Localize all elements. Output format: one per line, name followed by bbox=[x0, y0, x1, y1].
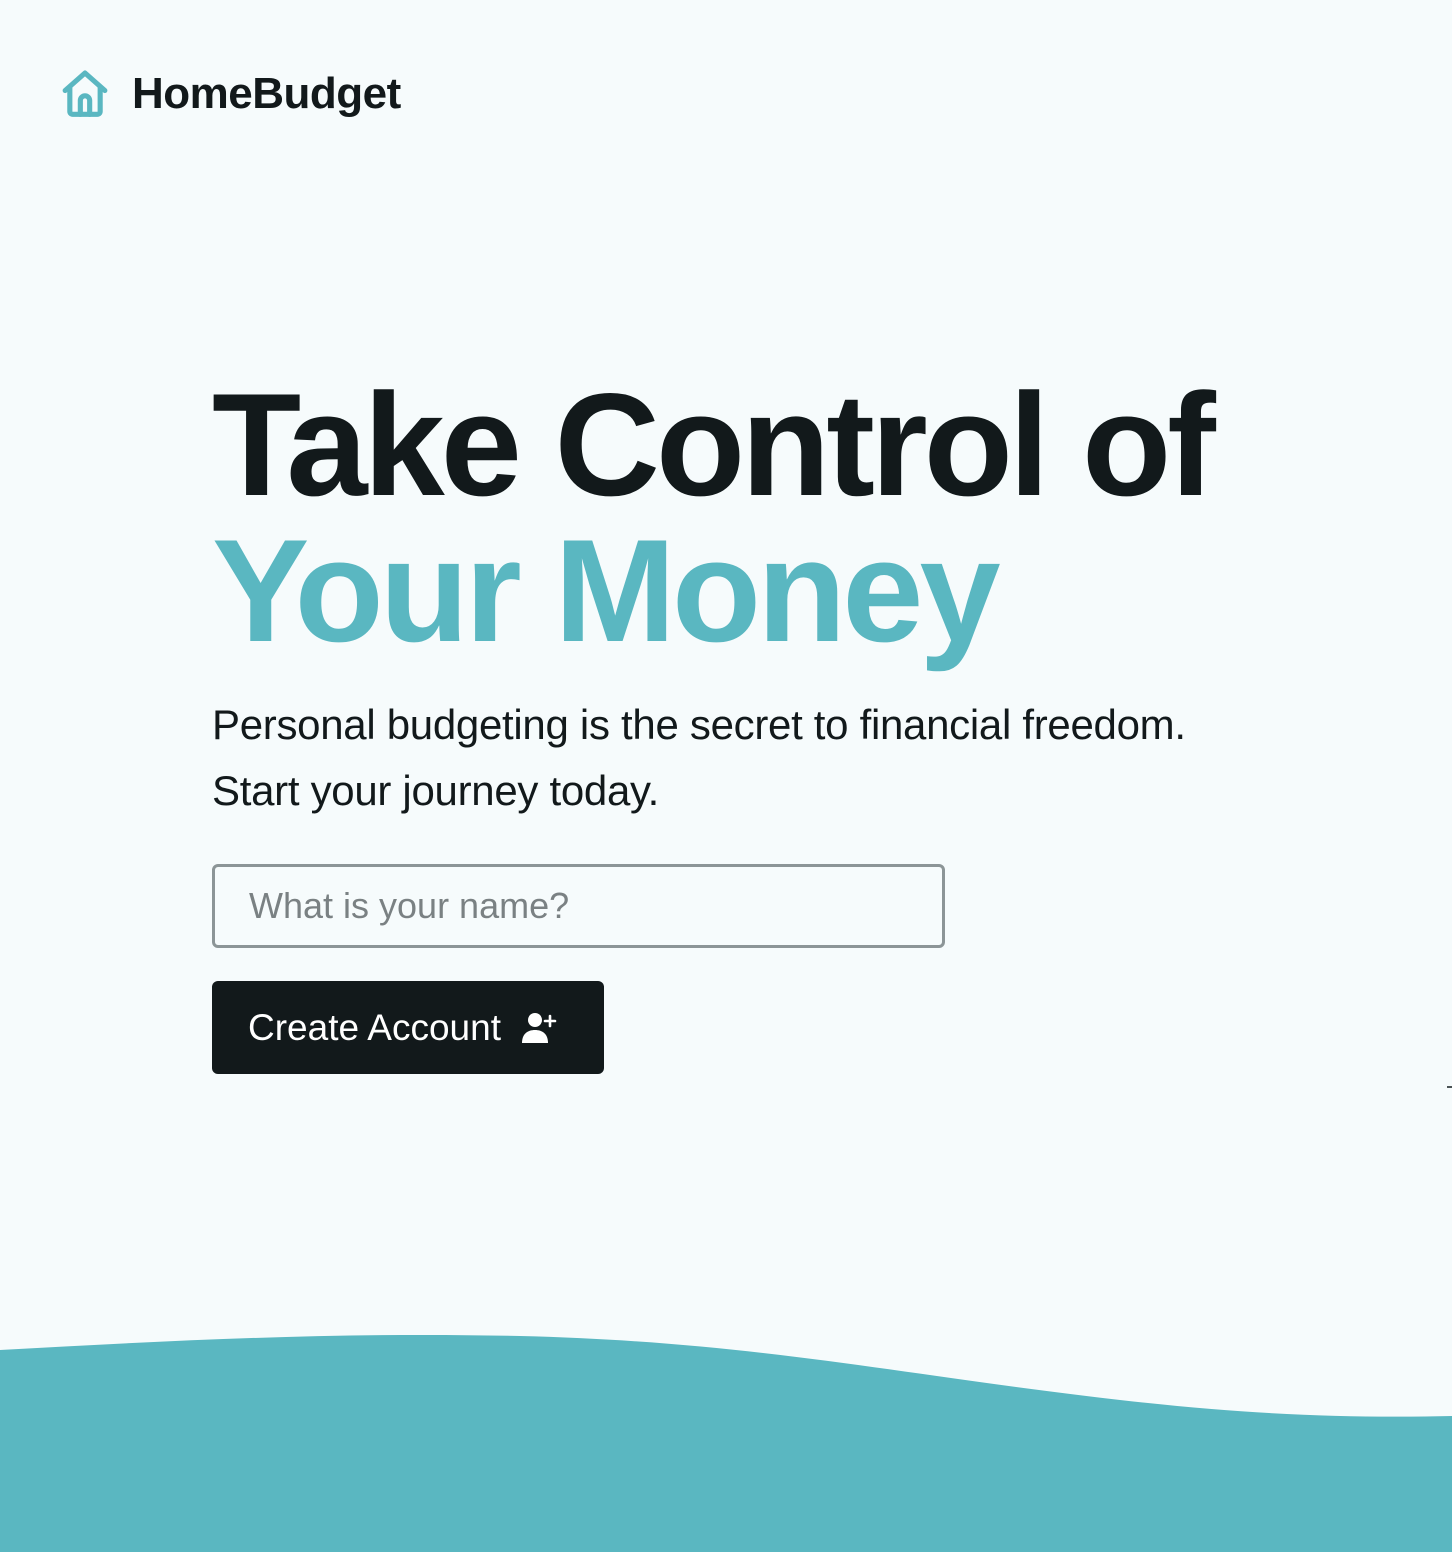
edge-mark bbox=[1447, 1086, 1452, 1088]
user-plus-icon bbox=[521, 1012, 557, 1043]
brand-name: HomeBudget bbox=[132, 69, 401, 118]
name-input[interactable] bbox=[212, 864, 945, 948]
decorative-wave bbox=[0, 1334, 1452, 1552]
home-icon bbox=[62, 70, 108, 117]
hero-section: Take Control of Your Money Personal budg… bbox=[212, 372, 1362, 1074]
create-account-button[interactable]: Create Account bbox=[212, 981, 604, 1074]
headline-line: Take Control of bbox=[212, 363, 1216, 526]
hero-headline: Take Control of Your Money bbox=[212, 372, 1362, 664]
hero-subtitle: Personal budgeting is the secret to fina… bbox=[212, 692, 1362, 824]
home-logo-link[interactable]: HomeBudget bbox=[56, 66, 401, 122]
subtitle-line: Start your journey today. bbox=[212, 767, 659, 814]
subtitle-line: Personal budgeting is the secret to fina… bbox=[212, 701, 1186, 748]
create-account-form: Create Account bbox=[212, 864, 1362, 1074]
headline-accent: Your Money bbox=[212, 509, 1001, 672]
create-account-label: Create Account bbox=[248, 1006, 501, 1048]
